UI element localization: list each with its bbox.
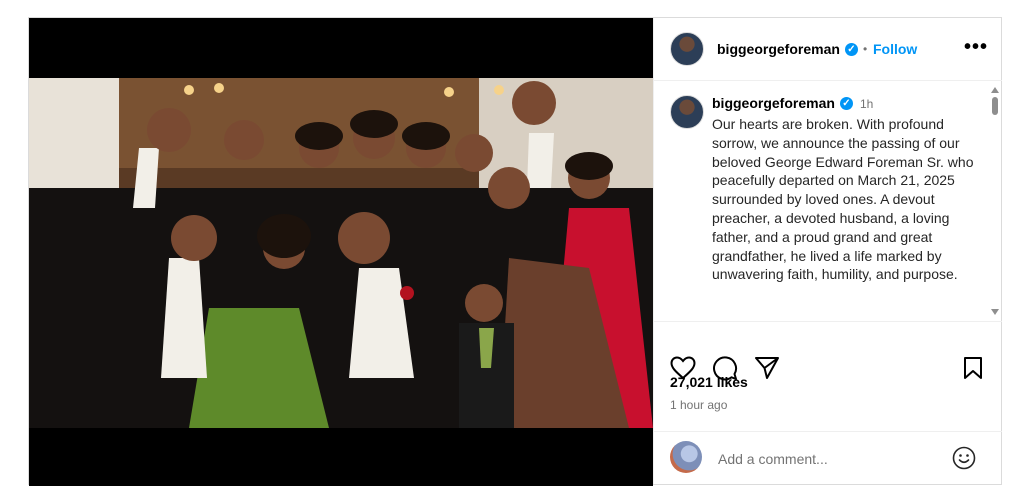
author-avatar[interactable]	[670, 32, 704, 66]
more-options-icon[interactable]: •••	[964, 36, 988, 59]
smiley-icon[interactable]	[952, 446, 976, 470]
bookmark-icon[interactable]	[963, 356, 983, 380]
post-media	[29, 18, 653, 486]
post-header: biggeorgeforeman ✓ • Follow •••	[654, 18, 1002, 81]
scroll-down-arrow-icon[interactable]	[991, 309, 999, 315]
caption-text: Our hearts are broken. With profound sor…	[712, 116, 974, 283]
send-icon[interactable]	[754, 356, 780, 380]
follow-button[interactable]: Follow	[873, 41, 917, 57]
caption-area[interactable]: biggeorgeforeman ✓ 1h Our hearts are bro…	[654, 81, 1002, 321]
instagram-post: biggeorgeforeman ✓ • Follow ••• biggeorg…	[28, 17, 1002, 486]
add-comment-bar	[654, 431, 1002, 484]
verified-badge-icon: ✓	[845, 43, 858, 56]
caption-time-ago[interactable]: 1h	[860, 97, 873, 111]
scroll-up-arrow-icon[interactable]	[991, 87, 999, 93]
caption-verified-badge-icon: ✓	[840, 97, 853, 110]
caption-avatar[interactable]	[670, 95, 704, 129]
post-timestamp[interactable]: 1 hour ago	[670, 398, 727, 412]
author-username[interactable]: biggeorgeforeman	[717, 41, 840, 57]
current-user-avatar	[670, 441, 702, 473]
comment-input[interactable]	[716, 446, 940, 472]
likes-count[interactable]: 27,021 likes	[670, 374, 748, 390]
post-photo[interactable]	[29, 78, 653, 428]
scrollbar-thumb[interactable]	[992, 97, 998, 115]
post-sidebar: biggeorgeforeman ✓ • Follow ••• biggeorg…	[653, 18, 1002, 484]
caption-username[interactable]: biggeorgeforeman	[712, 95, 835, 111]
post-actions: 27,021 likes 1 hour ago	[654, 321, 1002, 431]
separator-dot: •	[863, 42, 868, 56]
family-photo-illustration	[29, 78, 653, 428]
